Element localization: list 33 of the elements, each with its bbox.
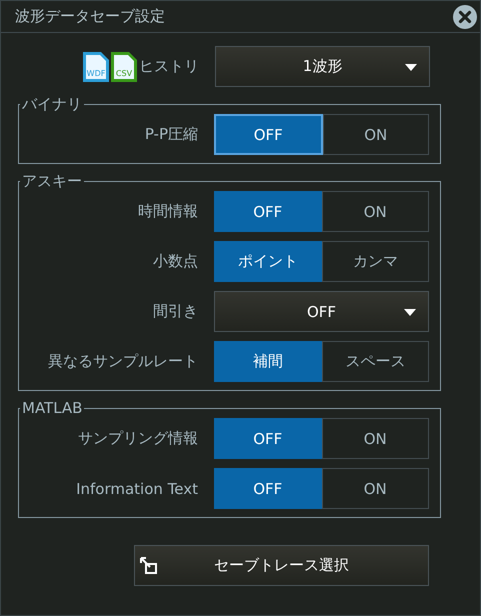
option-button[interactable]: OFF <box>214 418 322 459</box>
setting-label: 異なるサンプルレート <box>48 352 198 371</box>
option-button[interactable]: ON <box>322 468 429 509</box>
setting-label: 時間情報 <box>138 202 198 221</box>
caret-icon <box>404 309 416 316</box>
group-title: バイナリ <box>21 97 83 111</box>
setting-label: Information Text <box>76 480 198 498</box>
option-button[interactable]: OFF <box>214 114 322 155</box>
group-title: MATLAB <box>21 401 84 415</box>
option-button[interactable]: ポイント <box>214 241 322 282</box>
option-button[interactable]: ON <box>322 418 429 459</box>
option-button[interactable]: ON <box>322 114 429 155</box>
option-button[interactable]: OFF <box>214 468 322 509</box>
option-button[interactable]: OFF <box>214 191 322 232</box>
setting-label: 間引き <box>153 302 198 321</box>
option-button[interactable]: ON <box>322 191 429 232</box>
dropdown[interactable]: OFF <box>214 291 429 332</box>
window-title: 波形データセーブ設定 <box>15 7 165 26</box>
select-icon <box>140 557 158 575</box>
history-label: ヒストリ <box>139 57 199 76</box>
caret-icon <box>405 64 417 71</box>
setting-label: サンプリング情報 <box>78 429 198 448</box>
option-button[interactable]: 補間 <box>214 341 322 382</box>
group-title: アスキー <box>21 174 83 188</box>
option-button[interactable]: スペース <box>322 341 429 382</box>
close-icon[interactable] <box>453 4 477 28</box>
dropdown[interactable]: 1波形 <box>215 46 430 87</box>
option-button[interactable]: カンマ <box>322 241 429 282</box>
save-trace-button[interactable]: セーブトレース選択 <box>134 545 429 586</box>
setting-label: P-P圧縮 <box>144 125 198 144</box>
file-icon: WDF <box>83 52 109 82</box>
setting-label: 小数点 <box>153 252 198 271</box>
file-icon: CSV <box>111 52 137 82</box>
